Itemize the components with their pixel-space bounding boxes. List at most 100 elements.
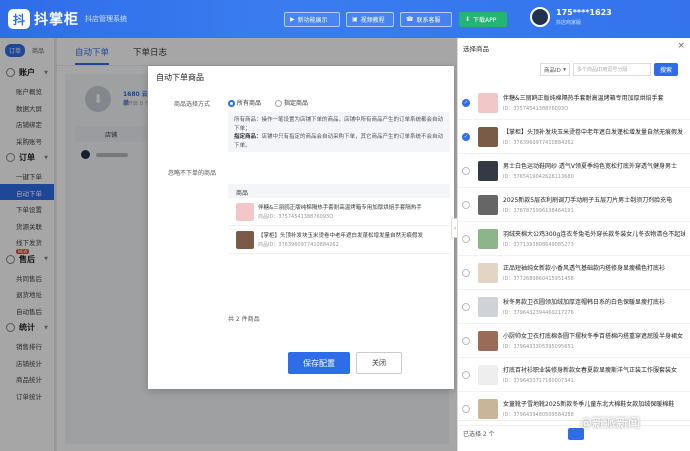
product-id: 商品ID：3757454138876093O [258,214,334,220]
contact-support-button[interactable]: ☎ 联系客服 [400,12,452,27]
list-item[interactable]: ✓ 伴糖&三丽鸥正版纯棉隔热手套耐高温烤箱专用加厚烘焙手套 ID：375745413… [458,86,690,120]
checkbox-icon[interactable] [462,234,470,243]
product-thumbnail [478,126,498,147]
product-name: 女童靴子雪地靴2025新款冬季儿童东北大棉鞋女款加绒保暖棉鞋 [503,401,675,408]
list-item[interactable]: 打底百衬衫职业装修身新款女春夏款显瘦斯洋气正装工作服套装女 ID：37964337… [458,358,690,392]
list-item[interactable]: 羽绒夹棉大公鸡300g连衣冬兔毛外穿长款冬装女儿冬衣物清仓不起球 ID：37713… [458,222,690,256]
product-id: ID：3796432394460217276 [503,310,574,316]
select-value: 商品ID [544,67,561,74]
checkbox-icon[interactable] [462,404,470,413]
product-thumbnail [478,296,498,317]
product-name: 伴糖&三丽鸥正版纯棉隔热手套耐高温烤箱专用加厚烘焙手套隔热手 [258,205,422,211]
avatar [530,7,550,27]
checkbox-checked-icon[interactable]: ✓ [462,132,470,141]
checkbox-icon[interactable] [462,166,470,175]
list-item[interactable]: ✓ 【掌柜】头顶补发块玉米烫卷中老年遮白发蓬松增发量自然无痕假发 ID：376396… [458,120,690,154]
download-app-button[interactable]: ⬇ 下载APP [459,12,507,27]
note-line-2: 指定商品：店铺中只有指定的商品会自动采购下单，其它商品产生的订单系统不会自动下单… [234,133,444,150]
product-thumbnail [478,194,498,215]
product-thumbnail [478,160,498,181]
product-id: ID：3767875996138464191 [503,208,574,214]
close-icon[interactable]: × [677,41,685,51]
user-subtitle: 抖店商家版 [556,20,582,26]
excluded-products-table: 商品 伴糖&三丽鸥正版纯棉隔热手套耐高温烤箱专用加厚烘焙手套隔热手 商品ID：37… [228,184,450,254]
user-menu[interactable]: 175****1623 抖店商家版 [530,7,612,27]
app-logo[interactable]: 抖 抖掌柜 抖店管理系统 [8,9,127,29]
table-row[interactable]: 【掌柜】头顶补发块玉米烫卷中老年遮白发蓬松增发量自然无痕假发 商品ID：37639… [228,226,450,254]
close-button[interactable]: 关闭 [356,352,402,374]
product-id: ID：3763960977410884262 [503,140,574,146]
user-phone: 175****1623 [556,8,612,17]
product-id: ID：3796433717160007341 [503,378,574,384]
product-id: 商品ID：3763960977410884262 [258,242,339,248]
product-thumbnail [478,92,498,113]
product-name: 羽绒夹棉大公鸡300g连衣冬兔毛外穿长款冬装女儿冬衣物清仓不起球 [503,231,685,238]
app-name: 抖掌柜 [34,12,79,28]
search-input[interactable]: 多个商品ID用逗号分隔 [573,63,651,76]
panel-footer: 已选择 2 个 [458,420,690,451]
product-name: 【掌柜】头顶补发块玉米烫卷中老年遮白发蓬松增发量自然无痕假发 [503,129,684,136]
logo-mark: 抖 [8,9,30,29]
radio-specified-products[interactable]: 指定商品 [275,98,308,107]
product-thumbnail [478,398,498,419]
panel-title: 选择商品 [463,45,489,53]
mode-note: 所有商品：操作一笔设置为店铺下单的商品，店铺中所有商品产生的订单系统都会自动下单… [228,112,450,152]
product-name: 伴糖&三丽鸥正版纯棉隔热手套耐高温烤箱专用加厚烘焙手套 [503,95,664,102]
product-thumbnail [478,228,498,249]
checkbox-icon[interactable] [462,268,470,277]
checkbox-checked-icon[interactable]: ✓ [462,98,470,107]
auto-order-products-dialog: 自动下单商品 商品选择方式 所有商品 指定商品 所有商品：操作一笔设置为店铺下单… [148,66,454,389]
video-icon: ▣ [352,16,358,23]
radio-label: 所有商品 [237,100,262,107]
product-thumbnail [478,364,498,385]
radio-unchecked-icon [275,100,283,107]
product-id: ID：3765419042626113680 [503,174,574,180]
product-name: 秋冬男款卫衣圆领加绒加厚连帽韩日系的白色保暖显瘦打底衫 [503,299,666,306]
product-name: 小厨帅女卫衣打底棉条圆下摆秋冬季百搭棉内搭重穿遮屁股半身裙女 [503,333,684,340]
product-id: ID：3757454138876093O [503,106,569,112]
radio-checked-icon [228,100,235,107]
table-row[interactable]: 伴糖&三丽鸥正版纯棉隔热手套耐高温烤箱专用加厚烘焙手套隔热手 商品ID：37574… [228,198,450,226]
product-total: 共 2 件商品 [228,316,260,323]
video-tutorial-label: 视频教程 [360,17,385,24]
radio-all-products[interactable]: 所有商品 [228,98,261,107]
dialog-title: 自动下单商品 [156,73,204,82]
note-bold: 指定商品： [234,134,262,140]
product-id: ID：3771393808649085273 [503,242,574,248]
product-name: 2025新款5层衣利刷调刀手动刷子五层刀片男士剃须刀剂脸充电 [503,197,673,204]
app-subtitle: 抖店管理系统 [85,15,127,23]
video-tutorial-button[interactable]: ▣ 视频教程 [346,12,394,27]
product-name: 正品短袖纯女新款小香风透气基础款内搭修身显瘦橘色打底衫 [503,265,666,272]
contact-support-label: 联系客服 [416,17,441,24]
product-name: 打底百衬衫职业装修身新款女春夏款显瘦斯洋气正装工作服套装女 [503,367,678,374]
note-text: 店铺中只有指定的商品会自动采购下单，其它商品产生的订单系统不会自动下单。 [234,134,444,149]
list-item[interactable]: 男士白色运动鞋网纱 透气V领夏季纯色宽松打底外穿透气健身男士 ID：3765419… [458,154,690,188]
list-item[interactable]: 小厨帅女卫衣打底棉条圆下摆秋冬季百搭棉内搭重穿遮屁股半身裙女 ID：3796433… [458,324,690,358]
product-list: ✓ 伴糖&三丽鸥正版纯棉隔热手套耐高温烤箱专用加厚烘焙手套 ID：375745413… [458,86,690,426]
search-button[interactable]: 搜索 [654,63,678,76]
list-item[interactable]: 秋冬男款卫衣圆领加绒加厚连帽韩日系的白色保暖显瘦打底衫 ID：3796432394… [458,290,690,324]
checkbox-icon[interactable] [462,336,470,345]
selected-count: 已选择 2 个 [463,431,495,438]
list-item[interactable]: 2025新款5层衣利刷调刀手动刷子五层刀片男士剃须刀剂脸充电 ID：3767875… [458,188,690,222]
select-products-panel: 选择商品 × 商品ID ▾ 多个商品ID用逗号分隔 搜索 ✓ 伴糖&三丽鸥正版纯棉隔… [457,38,690,451]
play-icon: ▶ [290,16,295,23]
product-name: 男士白色运动鞋网纱 透气V领夏季纯色宽松打底外穿透气健身男士 [503,163,678,170]
checkbox-icon[interactable] [462,302,470,311]
checkbox-icon[interactable] [462,370,470,379]
product-thumbnail [236,230,254,249]
top-bar: 抖 抖掌柜 抖店管理系统 ▶ 新功能展示 ▣ 视频教程 ☎ 联系客服 ⬇ 下载APP 1… [0,0,690,38]
mode-label: 商品选择方式 [174,101,211,108]
checkbox-icon[interactable] [462,200,470,209]
save-config-button[interactable]: 保存配置 [288,352,350,374]
new-features-label: 新功能展示 [297,17,328,24]
product-thumbnail [478,330,498,351]
search-field-select[interactable]: 商品ID ▾ [540,63,570,76]
headset-icon: ☎ [406,16,414,23]
chevron-down-icon: ▾ [563,66,566,73]
product-thumbnail [478,262,498,283]
list-item[interactable]: 正品短袖纯女新款小香风透气基础款内搭修身显瘦橘色打底衫 ID：3772680860… [458,256,690,290]
new-features-button[interactable]: ▶ 新功能展示 [284,12,340,27]
download-app-label: 下载APP [473,17,497,24]
product-id: ID：3772680860415951458 [503,276,574,282]
